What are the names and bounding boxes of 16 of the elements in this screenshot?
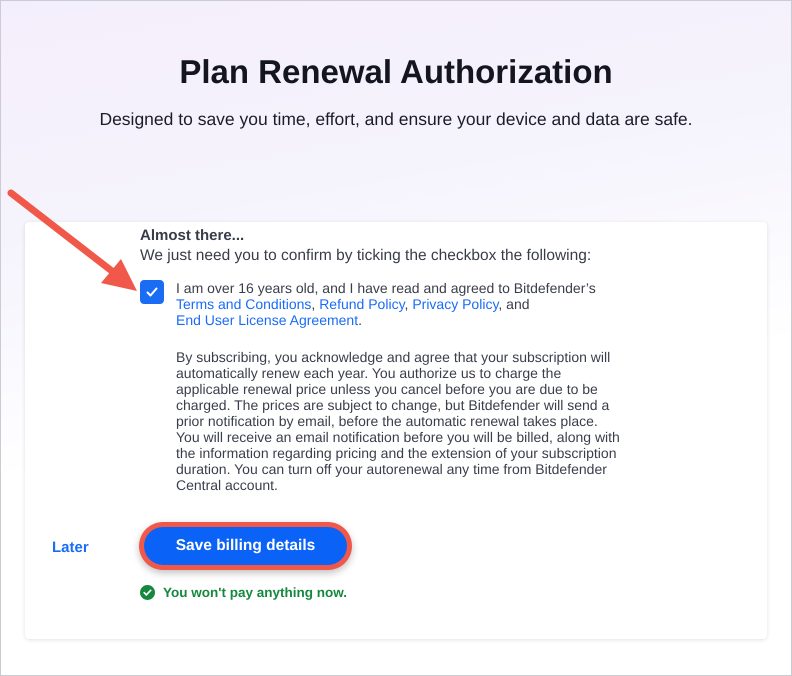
policy-link[interactable]: End User License Agreement xyxy=(176,312,358,328)
disclaimer-text: By subscribing, you acknowledge and agree that your subscription will automatically renew each year. You authorize us to charge the applicable renewal price unless you cancel before you are due to be charged. The prices are subject to change, but Bitdefender will send a prior notification by email, before the automatic renewal takes place. You will receive an email notification before you will be billed, along with the information regarding pricing and the extension of your subscription duration. You can turn off your autorenewal any time from Bitdefender Central account. xyxy=(176,349,621,493)
page-title: Plan Renewal Authorization xyxy=(178,53,614,91)
payment-note: You won't pay anything now. xyxy=(163,585,347,600)
check-circle-icon xyxy=(140,585,155,600)
consent-text: I am over 16 years old, and I have read and agreed to Bitdefender’s Terms and Conditions, Refund Policy, Privacy Policy, and End User License Agreement. xyxy=(176,280,597,328)
policy-link[interactable]: Refund Policy xyxy=(319,296,405,312)
policy-link[interactable]: Terms and Conditions xyxy=(176,296,312,312)
save-billing-button[interactable]: Save billing details xyxy=(144,527,347,565)
card-instruction: We just need you to confirm by ticking the checkbox the following: xyxy=(140,247,592,265)
page-subtitle: Designed to save you time, effort, and ensure your device and data are safe. xyxy=(98,109,694,130)
card-heading: Almost there... xyxy=(140,227,246,244)
policy-link[interactable]: Privacy Policy xyxy=(412,296,498,312)
check-icon xyxy=(145,285,159,299)
later-link[interactable]: Later xyxy=(25,527,140,600)
consent-checkbox[interactable] xyxy=(140,280,164,304)
